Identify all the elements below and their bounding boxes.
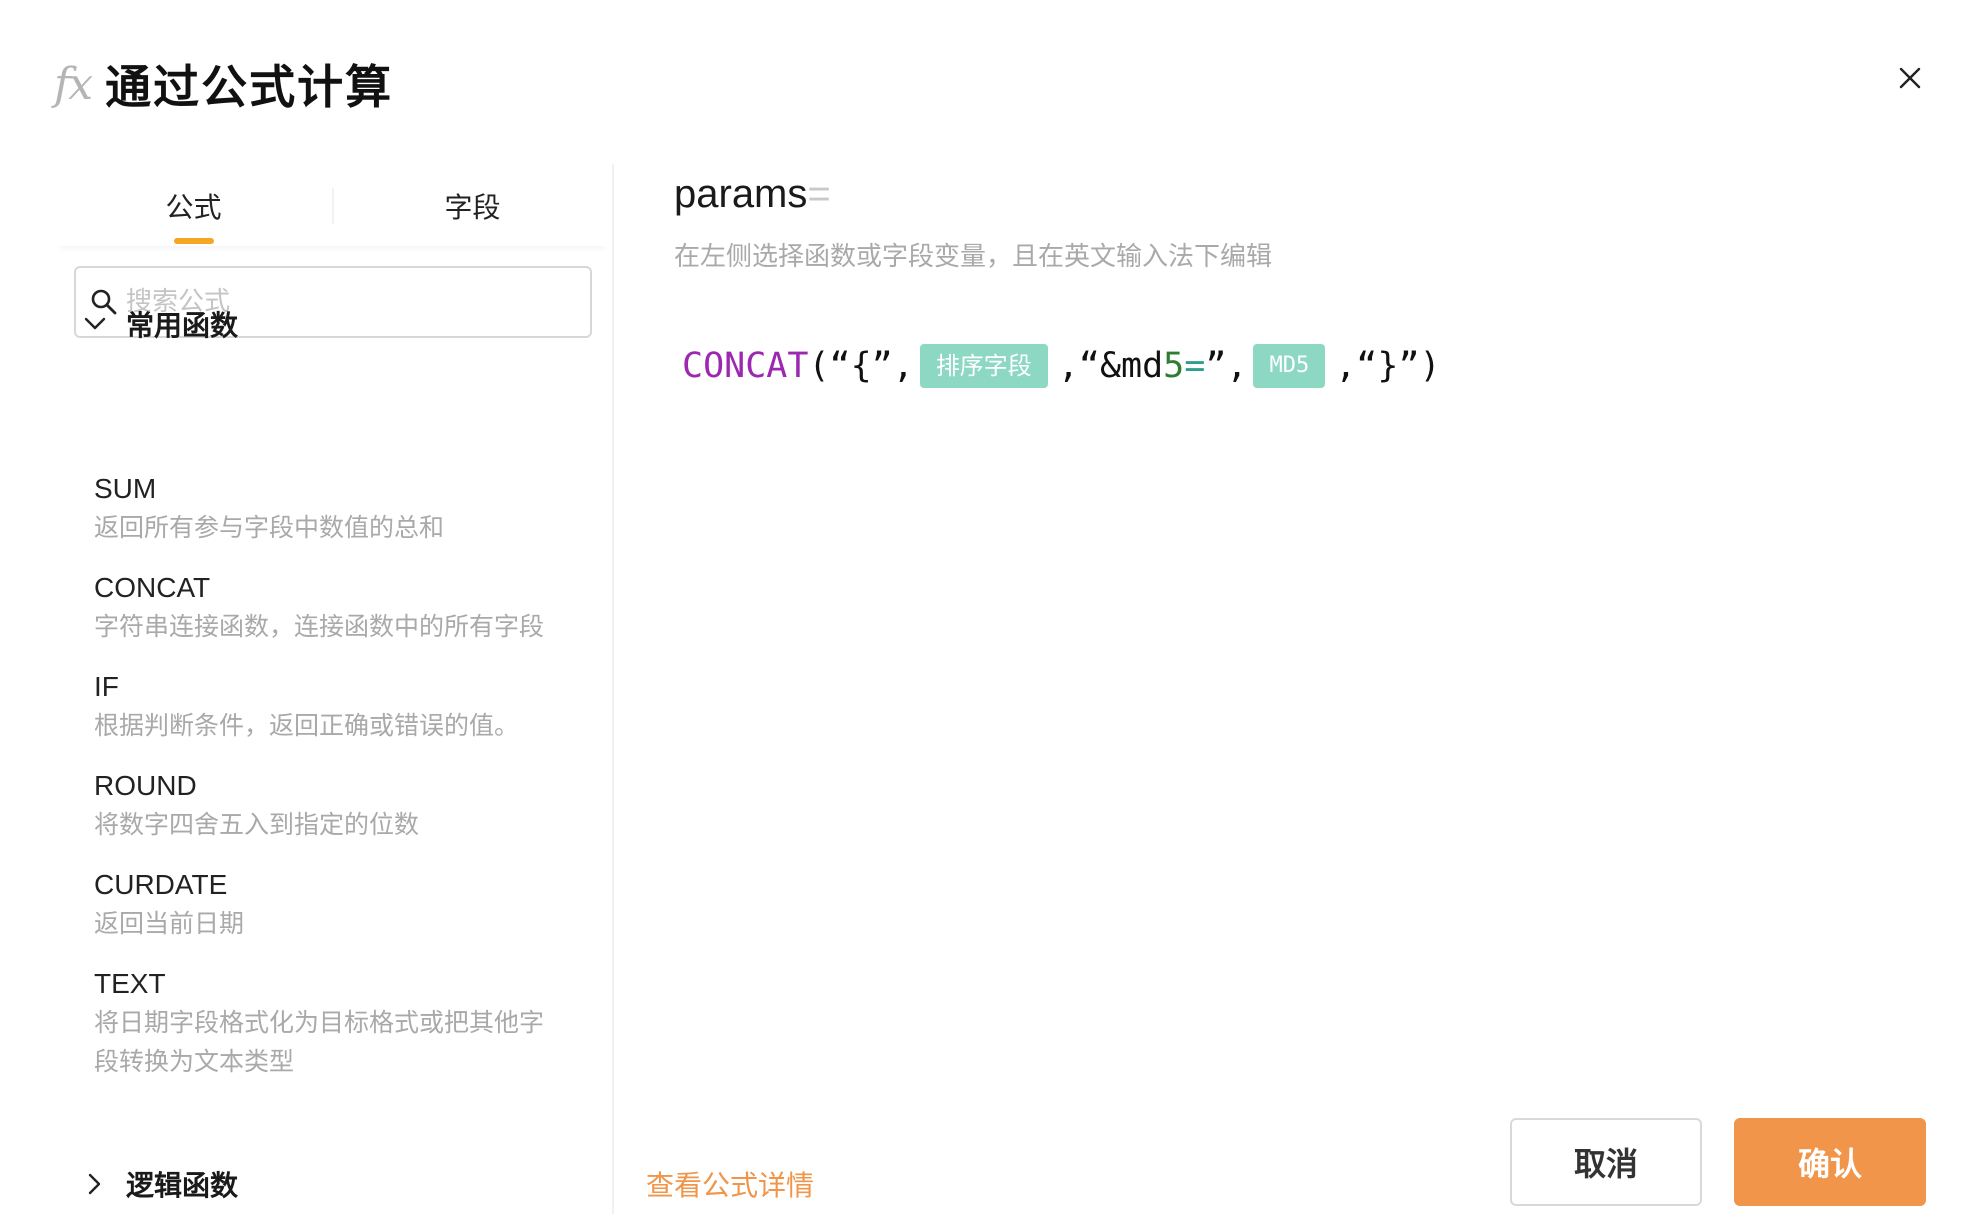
confirm-button[interactable]: 确认 bbox=[1734, 1118, 1926, 1206]
tab-formula[interactable]: 公式 bbox=[54, 164, 333, 246]
formula-token: “{”, bbox=[829, 346, 914, 386]
group-common-functions[interactable]: 常用函数 bbox=[84, 304, 238, 344]
function-item-sum[interactable]: SUM 返回所有参与字段中数值的总和 bbox=[94, 470, 594, 547]
close-icon bbox=[1899, 67, 1921, 89]
dialog-header: fx 通过公式计算 bbox=[54, 54, 394, 115]
field-chip-sort[interactable]: 排序字段 bbox=[919, 344, 1048, 388]
function-list: SUM 返回所有参与字段中数值的总和 CONCAT 字符串连接函数，连接函数中的… bbox=[94, 470, 594, 1103]
tab-bar: 公式 字段 bbox=[54, 164, 612, 246]
function-item-concat[interactable]: CONCAT 字符串连接函数，连接函数中的所有字段 bbox=[94, 569, 594, 646]
chevron-down-icon bbox=[84, 317, 106, 330]
function-desc: 字符串连接函数，连接函数中的所有字段 bbox=[94, 612, 545, 641]
function-desc: 根据判断条件，返回正确或错误的值。 bbox=[94, 711, 520, 740]
formula-operator: = bbox=[1184, 346, 1206, 386]
formula-token: ,“&md bbox=[1057, 346, 1164, 386]
tab-field[interactable]: 字段 bbox=[333, 164, 612, 246]
formula-function: CONCAT bbox=[682, 346, 809, 386]
group-logic-functions[interactable]: 逻辑函数 bbox=[84, 1164, 238, 1204]
param-line: params = bbox=[674, 164, 1934, 224]
chevron-right-icon bbox=[88, 1173, 101, 1195]
function-desc: 返回当前日期 bbox=[94, 909, 245, 938]
formula-dialog: fx 通过公式计算 公式 字段 常用函数 SU bbox=[0, 0, 1968, 1214]
formula-token: ) bbox=[1419, 346, 1441, 386]
cancel-button[interactable]: 取消 bbox=[1510, 1118, 1702, 1206]
function-item-if[interactable]: IF 根据判断条件，返回正确或错误的值。 bbox=[94, 668, 594, 745]
function-item-text[interactable]: TEXT 将日期字段格式化为目标格式或把其他字 段转换为文本类型 bbox=[94, 965, 594, 1081]
function-desc: 返回所有参与字段中数值的总和 bbox=[94, 513, 445, 542]
function-name: ROUND bbox=[94, 770, 197, 801]
function-name: TEXT bbox=[94, 968, 166, 999]
formula-editor[interactable]: CONCAT(“{”, 排序字段 ,“&md 5 =”, MD5 ,“}”) bbox=[682, 344, 1441, 388]
function-desc: 段转换为文本类型 bbox=[94, 1047, 295, 1076]
function-name: SUM bbox=[94, 473, 157, 504]
formula-detail-link[interactable]: 查看公式详情 bbox=[646, 1164, 814, 1204]
function-name: IF bbox=[94, 671, 119, 702]
function-desc: 将日期字段格式化为目标格式或把其他字 bbox=[94, 1008, 545, 1037]
group-label: 常用函数 bbox=[126, 309, 239, 342]
formula-editor-panel: params = 在左侧选择函数或字段变量，且在英文输入法下编辑 CONCAT(… bbox=[674, 164, 1934, 1214]
param-name: params bbox=[674, 171, 808, 216]
formula-token: ,“}” bbox=[1335, 346, 1420, 386]
function-item-curdate[interactable]: CURDATE 返回当前日期 bbox=[94, 866, 594, 943]
left-panel: 公式 字段 常用函数 SUM 返回所有参与字段中数值的总和 CONCAT bbox=[54, 164, 614, 1214]
editor-hint: 在左侧选择函数或字段变量，且在英文输入法下编辑 bbox=[674, 242, 1273, 272]
fx-icon: fx bbox=[54, 58, 93, 110]
function-desc: 将数字四舍五入到指定的位数 bbox=[94, 810, 420, 839]
formula-token: ( bbox=[808, 346, 830, 386]
formula-number: 5 bbox=[1163, 346, 1185, 386]
function-item-round[interactable]: ROUND 将数字四舍五入到指定的位数 bbox=[94, 767, 594, 844]
param-equals: = bbox=[807, 171, 831, 216]
close-button[interactable] bbox=[1886, 54, 1934, 102]
field-chip-md5[interactable]: MD5 bbox=[1253, 344, 1326, 388]
dialog-title: 通过公式计算 bbox=[105, 60, 394, 114]
group-label: 逻辑函数 bbox=[126, 1169, 239, 1202]
function-name: CURDATE bbox=[94, 869, 228, 900]
formula-token: ”, bbox=[1205, 346, 1248, 386]
function-name: CONCAT bbox=[94, 572, 211, 603]
